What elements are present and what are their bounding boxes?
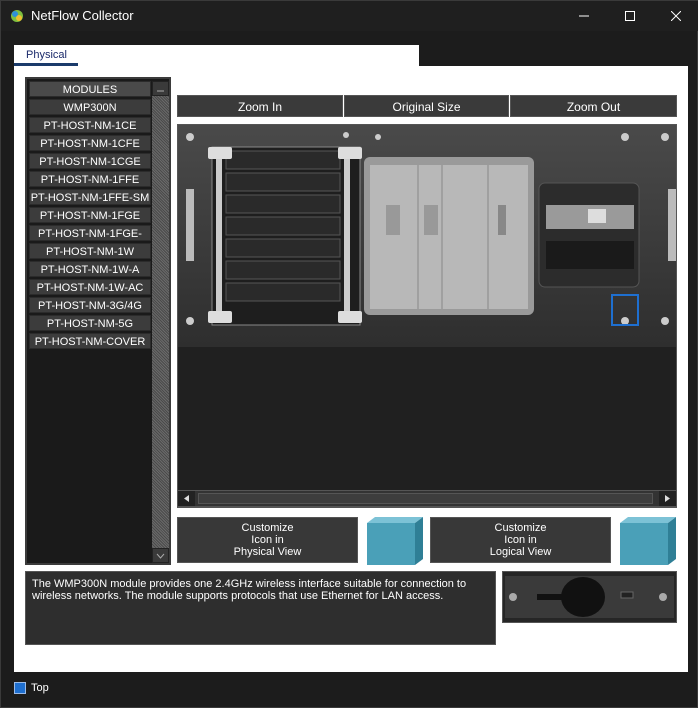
router-chassis-image [178,125,676,347]
module-item[interactable]: PT-HOST-NM-3G/4G [29,297,151,313]
customize-logical-line2: Icon in [504,534,537,546]
minimize-icon [579,15,589,17]
top-checkbox[interactable] [14,682,26,694]
app-logo-icon [11,10,23,22]
module-item[interactable]: PT-HOST-NM-1FGE [29,207,151,223]
module-item[interactable]: PT-HOST-NM-COVER [29,333,151,349]
customize-logical-line1: Customize [494,522,547,534]
close-icon [671,11,681,21]
scroll-down-icon [156,553,165,559]
module-item[interactable]: PT-HOST-NM-1CE [29,117,151,133]
logical-cube-icon[interactable] [616,515,678,567]
window-title: NetFlow Collector [31,8,134,23]
view-horizontal-scrollbar[interactable] [177,490,677,507]
app-window: NetFlow Collector Physical MODULES WMP30… [0,0,698,708]
scroll-left-icon [184,495,189,502]
title-bar[interactable]: NetFlow Collector [1,1,698,31]
original-size-button[interactable]: Original Size [344,95,509,117]
customize-physical-line1: Customize [241,522,294,534]
module-item[interactable]: PT-HOST-NM-1FGE-SM [29,225,151,256]
device-physical-view[interactable] [177,124,677,508]
module-item[interactable]: PT-HOST-NM-1CFE [29,135,151,151]
customize-physical-line2: Icon in [251,534,284,546]
zoom-in-button[interactable]: Zoom In [177,95,343,117]
close-button[interactable] [653,1,698,31]
customize-logical-line3: Logical View [489,546,552,558]
top-checkbox-label: Top [31,682,49,694]
tab-strip: Physical [14,45,419,66]
scroll-right-icon [665,495,670,502]
maximize-button[interactable] [607,1,653,31]
module-thumbnail [502,571,677,623]
scroll-right-button[interactable] [659,491,676,506]
scroll-thumb[interactable] [198,493,653,504]
wmp300n-module-image [505,576,674,618]
scroll-up-icon [157,90,164,92]
module-item[interactable]: WMP300N [29,99,151,115]
module-item[interactable]: PT-HOST-NM-1W-A [29,261,151,277]
module-item[interactable]: PT-HOST-NM-5G [29,315,151,331]
module-item[interactable]: PT-HOST-NM-1FFE [29,171,151,187]
maximize-icon [625,11,635,21]
modules-scrollbar[interactable] [152,81,169,563]
tab-physical[interactable]: Physical [14,45,78,66]
scroll-up-button[interactable] [152,81,169,96]
customize-logical-button[interactable]: Customize Icon in Logical View [430,517,611,563]
zoom-out-button[interactable]: Zoom Out [510,95,677,117]
module-item[interactable]: PT-HOST-NM-1W-AC [29,279,151,295]
module-item[interactable]: PT-HOST-NM-1W [29,243,151,259]
modules-header: MODULES [29,81,151,97]
minimize-button[interactable] [561,1,607,31]
scroll-left-button[interactable] [178,491,195,506]
customize-physical-line3: Physical View [233,546,302,558]
module-description: The WMP300N module provides one 2.4GHz w… [25,571,496,645]
physical-cube-icon[interactable] [363,515,425,567]
modules-list: MODULES WMP300N PT-HOST-NM-1CE PT-HOST-N… [25,77,171,565]
scroll-down-button[interactable] [152,548,169,563]
module-item[interactable]: PT-HOST-NM-1CGE [29,153,151,169]
customize-physical-button[interactable]: Customize Icon in Physical View [177,517,358,563]
module-item[interactable]: PT-HOST-NM-1FFE-SM [29,189,151,205]
